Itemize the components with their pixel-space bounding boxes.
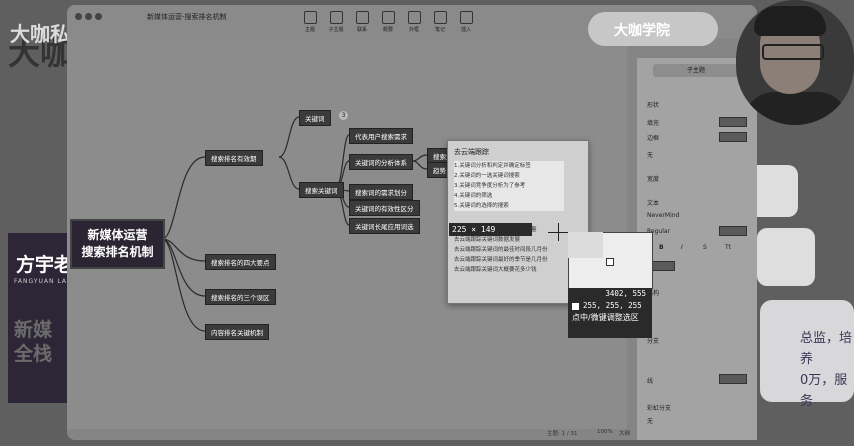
toolbar-label: 外框 [408,27,419,33]
note-icon [433,11,447,24]
bio-text: 总监，培养 0万，服务 [800,331,853,409]
subtopic-search-keyword[interactable]: 搜索关键词 [299,182,344,198]
minimize-window-button[interactable] [85,13,92,20]
toolbar-theme-button[interactable]: 主题 [297,11,323,33]
bold-button[interactable]: B [659,244,664,251]
presenter-tagline: 新媒 全栈 [14,319,53,365]
outline-toggle[interactable]: 大纲 [619,429,630,437]
format-panel: 子主题 形状 填充 边框 无 宽度 文本 NeverMind Regular B… [637,58,757,440]
line-color-swatch[interactable] [719,374,747,384]
subtopic-item[interactable]: 关键词的有效性区分 [349,200,420,216]
topic-four-points[interactable]: 搜索排名的四大要点 [205,254,276,270]
toolbar-boundary-button[interactable]: 外框 [401,11,427,33]
panel-tab-subtopic[interactable]: 子主题 [653,64,739,77]
section-border-label: 边框 [647,135,660,142]
root-topic[interactable]: 新媒体运营 搜索排名机制 [70,219,165,269]
subtopic-item[interactable]: 代表用户搜索需求 [349,128,413,144]
list-item[interactable]: 3.关键词竞争度分析为了参考 [454,181,564,191]
rainbow-branch-toggle[interactable]: 彩虹分支 [647,403,671,412]
color-swatch [572,302,579,310]
toolbar-label: 插入 [460,27,471,33]
selection-size-readout: 225 × 149 [449,223,532,236]
zoom-window-button[interactable] [95,13,102,20]
close-window-button[interactable] [75,13,82,20]
section-text-label: 文本 [647,200,660,207]
fill-color-swatch[interactable] [719,117,747,127]
list-item[interactable]: 去云端跟踪关键词大概要花多少钱 [454,265,564,275]
branch-none-label[interactable]: 无 [647,416,653,425]
toolbar-label: 笔记 [434,27,445,33]
toolbar-insert-button[interactable]: 插入 [453,11,479,33]
popup-title: 去云端跟踪 [454,148,489,156]
list-item[interactable]: 1.关键词分析和判定并确定标签 [454,161,564,171]
subtopic-keyword[interactable]: 关键词 [299,110,331,126]
strike-button[interactable]: S [703,244,707,251]
subtopic-item[interactable]: 关键词的分析体系 [349,154,413,170]
presenter-hair [754,6,826,36]
rgb-readout: 255, 255, 255 [568,300,652,312]
list-item[interactable]: 5.关键词的选择的搜索 [454,201,564,211]
list-item[interactable]: 去云端跟踪关键词最好的季节是几月份 [454,255,564,265]
topic-three-myths[interactable]: 搜索排名的三个误区 [205,289,276,305]
presenter-name: 方宇老 [16,254,74,276]
toolbar-relation-button[interactable]: 联系 [349,11,375,33]
text-color-swatch[interactable] [719,226,747,236]
toolbar-note-button[interactable]: 笔记 [427,11,453,33]
baidu-logo-icon [757,228,815,286]
width-label: 宽度 [647,176,660,183]
zoom-level[interactable]: 100% [597,429,613,435]
list-item[interactable]: 2.关键词的一选关键词搜索 [454,171,564,181]
border-none-label[interactable]: 无 [647,150,653,159]
webcam-overlay [736,0,854,125]
toolbar-label: 联系 [356,27,367,33]
popup-list: 1.关键词分析和判定并确定标签 2.关键词的一选关键词搜索 3.关键词竞争度分析… [454,161,564,275]
collapse-count-badge[interactable]: 3 [339,111,348,120]
text-case-button[interactable]: Tt [725,244,731,251]
toolbar-summary-button[interactable]: 概要 [375,11,401,33]
boundary-icon [407,11,421,24]
toolbar-label: 子主题 [328,27,344,33]
magnifier-center-pixel [606,258,614,266]
topic-counter: 主题: 1 / 31 [547,431,578,437]
color-picker-info: 3402, 555 255, 255, 255 点中/微键调整选区 [568,288,652,338]
glasses-icon [762,44,824,60]
summary-icon [381,11,395,24]
rgb-value: 255, 255, 255 [583,301,642,310]
section-shape-label: 形状 [647,102,660,109]
list-item[interactable]: 去云端跟踪关键词数据发展 [454,235,564,245]
relation-icon [355,11,369,24]
window-title: 新媒体运营-搜索排名机制 [147,13,227,21]
toolbar-subtopic-button[interactable]: 子主题 [323,11,349,33]
subtopic-item[interactable]: 关键词长尾应用词选 [349,218,420,234]
subtopic-icon [329,11,343,24]
cursor-position: 3402, 555 [605,289,646,298]
section-fill-label: 填充 [647,120,660,127]
picker-hint: 点中/微键调整选区 [572,313,639,322]
list-item[interactable]: 去云端跟踪关键词的最佳时间段几月份 [454,245,564,255]
font-family-select[interactable]: NeverMind [647,212,679,219]
theme-icon [303,11,317,24]
topic-search-ranking[interactable]: 搜索排名有效期 [205,150,263,166]
section-line-label: 线 [647,378,654,385]
italic-button[interactable]: I [681,244,683,251]
presenter-body [744,92,848,125]
magnifier-region [568,232,603,258]
border-color-swatch[interactable] [719,132,747,142]
list-item[interactable]: 4.关键词的筛选 [454,191,564,201]
brand-bubble-text: 大咖学院 [614,23,670,39]
topic-key-mechanism[interactable]: 内容排名关键机制 [205,324,269,340]
subtopic-item[interactable]: 搜索词的需求划分 [349,184,413,200]
insert-icon [459,11,473,24]
toolbar-label: 主题 [304,27,315,33]
toolbar-label: 概要 [382,27,393,33]
crosshair-vertical [558,223,559,241]
